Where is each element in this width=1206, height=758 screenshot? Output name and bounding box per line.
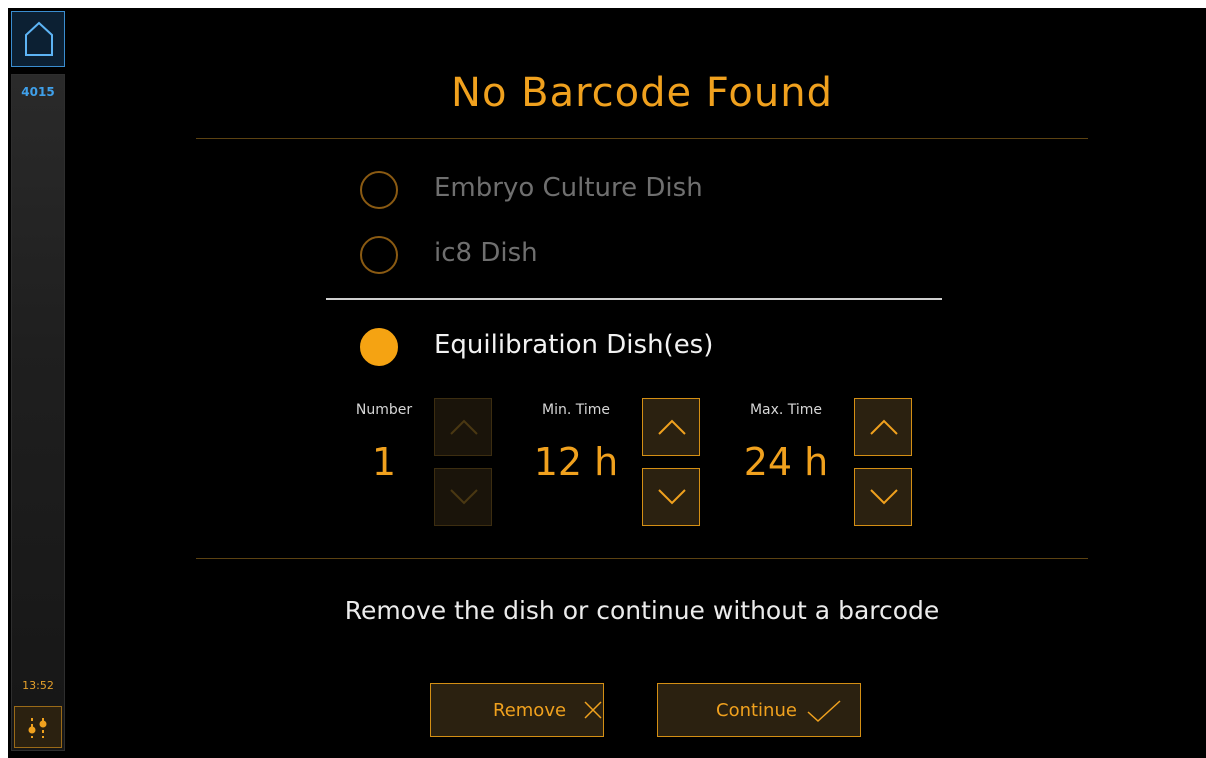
min-time-label: Min. Time (541, 402, 610, 418)
option-label: Embryo Culture Dish (434, 173, 703, 203)
radio-button[interactable] (360, 171, 398, 209)
number-decrease-button[interactable] (434, 468, 492, 526)
continue-button[interactable]: Continue (657, 683, 861, 737)
chevron-up-icon (870, 419, 898, 435)
dialog-title: No Barcode Found (451, 70, 833, 116)
radio-button-selected[interactable] (360, 328, 398, 366)
chevron-up-icon (450, 419, 478, 435)
divider-bottom (196, 558, 1088, 559)
continue-label: Continue (716, 700, 797, 721)
remove-button[interactable]: Remove (430, 683, 604, 737)
number-label: Number (355, 402, 413, 418)
chevron-up-icon (658, 419, 686, 435)
clock: 13:52 (22, 679, 54, 692)
chevron-down-icon (870, 489, 898, 505)
home-button[interactable] (11, 11, 65, 67)
min-time-decrease-button[interactable] (642, 468, 700, 526)
max-time-label: Max. Time (749, 402, 823, 418)
min-time-increase-button[interactable] (642, 398, 700, 456)
remove-label: Remove (493, 700, 567, 721)
home-icon (25, 21, 53, 56)
radio-button[interactable] (360, 236, 398, 274)
max-time-decrease-button[interactable] (854, 468, 912, 526)
chevron-down-icon (658, 489, 686, 505)
divider-middle (326, 298, 942, 300)
number-increase-button[interactable] (434, 398, 492, 456)
number-value: 1 (371, 440, 397, 484)
device-id: 4015 (21, 85, 55, 99)
chevron-down-icon (450, 489, 478, 505)
option-label: Equilibration Dish(es) (434, 330, 714, 360)
screen: 4015 13:52 No Barcode Found Embryo Cultu… (8, 8, 1206, 758)
checkmark-icon (807, 700, 841, 723)
sliders-icon (28, 718, 47, 738)
divider-top (196, 138, 1088, 139)
min-time-value: 12 h (533, 440, 619, 484)
option-label: ic8 Dish (434, 238, 538, 268)
settings-button[interactable] (14, 706, 62, 748)
max-time-value: 24 h (743, 440, 829, 484)
side-panel: 4015 13:52 (11, 74, 65, 751)
instruction-message: Remove the dish or continue without a ba… (344, 596, 940, 625)
sidebar: 4015 13:52 (8, 8, 70, 758)
max-time-increase-button[interactable] (854, 398, 912, 456)
close-icon (584, 701, 602, 719)
